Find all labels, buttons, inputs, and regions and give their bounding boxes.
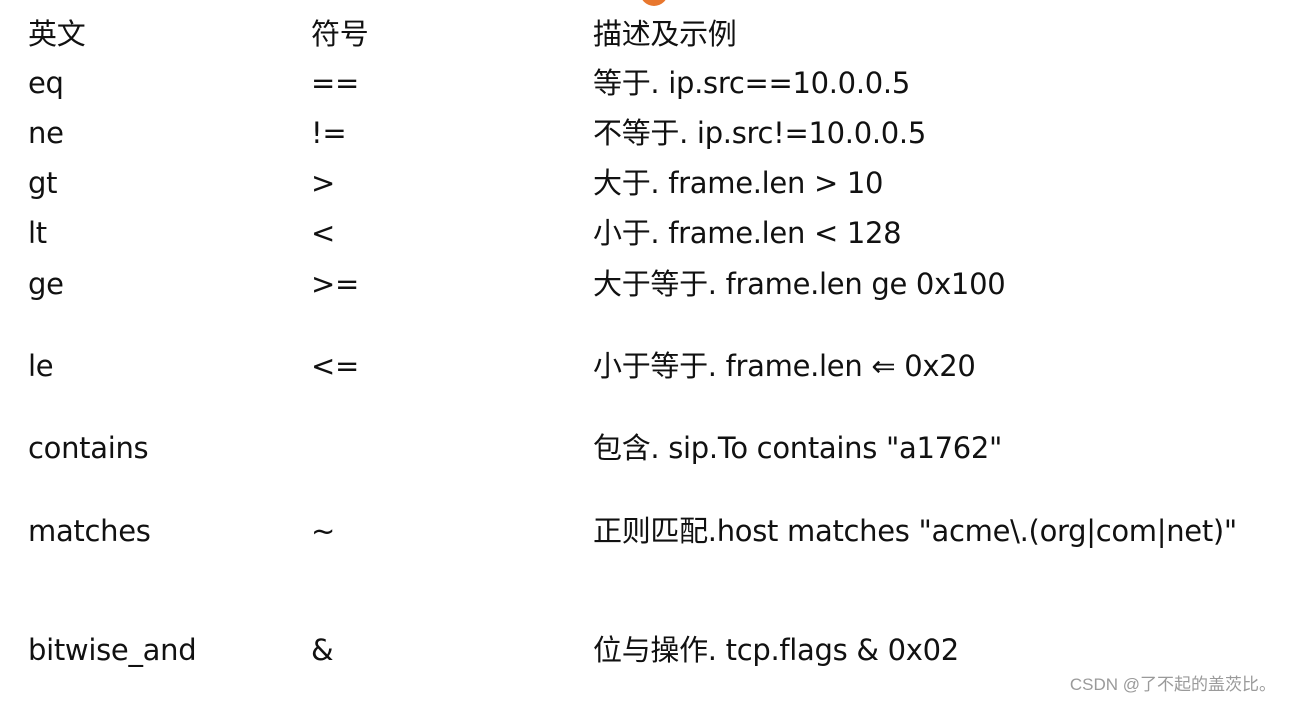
english-cell: gt (28, 166, 58, 200)
english-cell: eq (28, 66, 64, 100)
english-cell: matches (28, 514, 151, 548)
symbol-cell: ~ (311, 514, 335, 548)
description-cell: 大于等于. frame.len ge 0x100 (593, 267, 1006, 301)
header-description: 描述及示例 (593, 17, 737, 51)
header-english: 英文 (28, 17, 86, 51)
english-cell: bitwise_and (28, 633, 197, 667)
description-cell: 位与操作. tcp.flags & 0x02 (593, 633, 959, 667)
english-cell: ne (28, 116, 64, 150)
symbol-cell: >= (311, 267, 359, 301)
description-cell: 小于等于. frame.len ⇐ 0x20 (593, 349, 976, 383)
description-cell: 小于. frame.len < 128 (593, 216, 902, 250)
symbol-cell: & (311, 633, 334, 667)
description-cell: 不等于. ip.src!=10.0.0.5 (593, 116, 926, 150)
description-cell: 包含. sip.To contains "a1762" (593, 431, 1003, 465)
header-symbol: 符号 (311, 17, 369, 51)
watermark: CSDN @了不起的盖茨比。 (1069, 675, 1276, 694)
symbol-cell: > (311, 166, 335, 200)
table-row: ge >= 大于等于. frame.len ge 0x100 (0, 264, 1290, 304)
table-row: le <= 小于等于. frame.len ⇐ 0x20 (0, 346, 1290, 386)
description-cell: 等于. ip.src==10.0.0.5 (593, 66, 910, 100)
table-header: 英文 符号 描述及示例 (0, 14, 1290, 54)
symbol-cell: != (311, 116, 347, 150)
table-row: gt > 大于. frame.len > 10 (0, 163, 1290, 203)
description-cell: 大于. frame.len > 10 (593, 166, 884, 200)
english-cell: le (28, 349, 54, 383)
table-row: contains 包含. sip.To contains "a1762" (0, 428, 1290, 468)
symbol-cell: == (311, 66, 359, 100)
description-cell: 正则匹配.host matches "acme\.(org|com|net)" (593, 514, 1237, 548)
symbol-cell: <= (311, 349, 359, 383)
english-cell: contains (28, 431, 149, 465)
csdn-logo-icon (640, 0, 668, 6)
table-row: ne != 不等于. ip.src!=10.0.0.5 (0, 113, 1290, 153)
table-row: matches ~ 正则匹配.host matches "acme\.(org|… (0, 511, 1290, 551)
table-row: eq == 等于. ip.src==10.0.0.5 (0, 63, 1290, 103)
symbol-cell: < (311, 216, 335, 250)
table-row: bitwise_and & 位与操作. tcp.flags & 0x02 (0, 630, 1290, 670)
english-cell: ge (28, 267, 64, 301)
table-row: lt < 小于. frame.len < 128 (0, 213, 1290, 253)
english-cell: lt (28, 216, 47, 250)
